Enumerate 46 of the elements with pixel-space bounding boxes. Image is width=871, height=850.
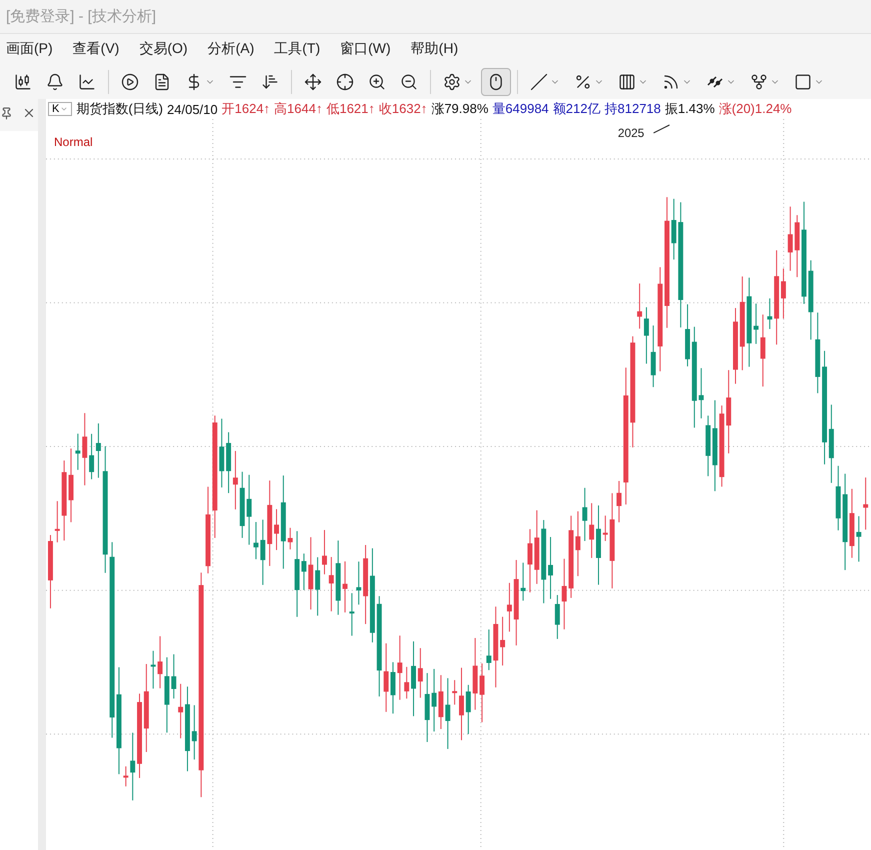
percent-icon: [574, 72, 592, 90]
menu-item[interactable]: 查看(V): [62, 40, 130, 58]
vertical-lines-icon: [618, 72, 636, 90]
leader-line: [653, 124, 670, 134]
fan-icon: [662, 72, 680, 90]
line-tool-icon: [530, 72, 548, 90]
quote-value: 额212亿: [552, 100, 600, 118]
document-icon: [153, 72, 171, 90]
play-icon: [121, 72, 139, 90]
chart-title: 期货指数(日线): [76, 100, 164, 118]
quote-value: 振1.43%: [664, 100, 715, 118]
line-chart-icon: [78, 72, 96, 90]
zoom-in-icon: [368, 72, 386, 90]
quote-value: 持812718: [604, 100, 661, 118]
indicator-legend: Normal: [54, 135, 93, 149]
menu-item[interactable]: 分析(A): [198, 40, 264, 58]
quote-value: 收1632↑: [378, 100, 428, 118]
settings-icon: [443, 72, 461, 90]
quote-value: 量649984: [492, 100, 549, 118]
crosshair-icon: [336, 72, 354, 90]
move-icon: [304, 72, 322, 90]
quote-value: 开1624↑: [222, 100, 270, 118]
annotation-label: 2025: [618, 126, 644, 140]
zoom-out-icon: [400, 72, 418, 90]
candlestick-icon: [14, 72, 32, 90]
quote-value: 涨(20)1.24%: [718, 100, 792, 118]
close-icon[interactable]: [22, 106, 36, 120]
bar-date: 24/05/10: [167, 102, 218, 116]
pin-icon[interactable]: [0, 106, 13, 120]
quote-value: 低1621↑: [326, 100, 375, 118]
sort-icon: [261, 72, 279, 90]
menu-item[interactable]: 帮助(H): [400, 40, 468, 58]
quote-value: 涨79.98%: [431, 100, 488, 118]
menu-item[interactable]: 工具(T): [264, 40, 330, 58]
menu-item[interactable]: 窗口(W): [330, 40, 401, 58]
menu-item[interactable]: 交易(O): [129, 40, 198, 58]
rectangle-icon: [794, 72, 812, 90]
quote-value: 高1644↑: [274, 100, 322, 118]
toolbar-button[interactable]: [481, 68, 511, 96]
mouse-icon: [487, 72, 505, 90]
menu-item[interactable]: 画面(P): [0, 40, 63, 58]
bell-icon: [46, 72, 64, 90]
window-title: [免费登录] - [技术分析]: [6, 7, 156, 26]
fork-icon: [750, 72, 768, 90]
caret-icon: [60, 105, 68, 113]
period-selector[interactable]: K: [48, 102, 72, 116]
